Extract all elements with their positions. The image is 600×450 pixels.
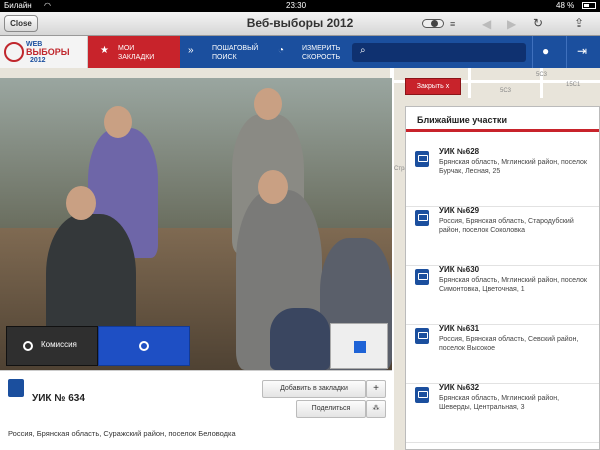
bookmarks-label-line2: ЗАКЛАДКИ [118, 54, 155, 61]
share-icon[interactable]: ⇪ [574, 16, 584, 30]
ballot-box-icon [8, 379, 24, 397]
video-wall [0, 78, 392, 228]
second-camera-button[interactable] [98, 326, 190, 366]
star-icon: ★ [100, 45, 109, 56]
app-header: WEB ВЫБОРЫ 2012 ★ МОИ ЗАКЛАДКИ » ПОШАГОВ… [0, 36, 600, 68]
camera-icon [139, 341, 149, 351]
station-name: УИК №630 [439, 265, 480, 274]
station-address: Брянская область, Мглинский район, посел… [439, 159, 587, 175]
camera-icon [23, 341, 33, 351]
speedometer-icon: ◔ [278, 45, 285, 56]
ballot-box-icon [415, 387, 429, 403]
menu-icon[interactable]: ≡ [450, 20, 455, 29]
refresh-icon[interactable]: ↻ [533, 16, 543, 30]
station-address: Россия, Брянская область, Суражский райо… [8, 429, 236, 438]
station-list-item[interactable]: УИК №632 Брянская область, Мглинский рай… [406, 383, 599, 443]
speed-label-line1: ИЗМЕРИТЬ [302, 45, 341, 52]
video-person-head [66, 186, 96, 220]
logo-text-vybory: ВЫБОРЫ [26, 47, 70, 57]
station-list-item[interactable]: УИК №629 Россия, Брянская область, Старо… [406, 206, 599, 266]
ballot-box-icon [415, 328, 429, 344]
close-video-button[interactable]: Закрыть x [405, 78, 461, 95]
browser-title: Веб-выборы 2012 [246, 16, 354, 30]
clock-label: 23:30 [286, 1, 307, 10]
title-divider [406, 129, 599, 132]
measure-speed-button[interactable]: ◔ ИЗМЕРИТЬ СКОРОСТЬ [270, 36, 346, 68]
toggle-switch[interactable] [422, 19, 444, 28]
station-title: УИК № 634 [32, 393, 85, 404]
header-divider [532, 36, 533, 68]
step-arrows-icon: » [188, 45, 194, 56]
bookmarks-label-line1: МОИ [118, 45, 135, 52]
add-bookmark-button[interactable]: Добавить в закладки [262, 380, 366, 398]
search-input[interactable]: ⌕ [352, 43, 526, 62]
search-icon: ⌕ [360, 45, 366, 56]
ballot-box-icon [415, 269, 429, 285]
step-search-button[interactable]: » ПОШАГОВЫЙ ПОИСК [184, 36, 264, 68]
logo-emblem-icon [4, 42, 24, 62]
station-address: Россия, Брянская область, Стародубский р… [439, 218, 574, 234]
plus-icon[interactable]: + [366, 380, 386, 398]
logo[interactable]: WEB ВЫБОРЫ 2012 [0, 36, 88, 68]
ballot-box-icon [415, 210, 429, 226]
close-button[interactable]: Close [4, 15, 38, 32]
commission-label: Комиссия [41, 340, 77, 349]
logo-text-year: 2012 [30, 57, 46, 64]
nearest-stations-panel: Ближайшие участки УИК №628 Брянская обла… [405, 106, 600, 450]
nearest-stations-title: Ближайшие участки [417, 115, 507, 125]
video-person-head [254, 88, 282, 120]
back-arrow-icon[interactable]: ◀ [482, 17, 491, 31]
battery-icon [582, 2, 596, 9]
step-search-label-line2: ПОИСК [212, 54, 237, 61]
commission-camera-button[interactable]: Комиссия [6, 326, 98, 366]
station-name: УИК №631 [439, 324, 480, 333]
stop-icon [354, 341, 366, 353]
speed-label-line2: СКОРОСТЬ [302, 54, 341, 61]
station-address: Россия, Брянская область, Севский район,… [439, 336, 579, 352]
map-road [468, 68, 471, 98]
battery-label: 48 % [556, 1, 575, 10]
share-network-icon[interactable]: ⁂ [366, 400, 386, 418]
station-name: УИК №629 [439, 206, 480, 215]
browser-toolbar: Close Веб-выборы 2012 ≡ ◀ ▶ ↻ ⇪ [0, 12, 600, 36]
station-list-item[interactable]: УИК №630 Брянская область, Мглинский рай… [406, 265, 599, 325]
ballot-box-icon [415, 151, 429, 167]
station-address: Брянская область, Мглинский район, Шевер… [439, 395, 560, 411]
map-label: 15С1 [566, 82, 581, 88]
carrier-label: Билайн [4, 1, 32, 10]
station-list-item[interactable]: УИК №628 Брянская область, Мглинский рай… [406, 147, 599, 207]
video-person-head [104, 106, 132, 138]
user-icon[interactable]: ● [542, 44, 549, 58]
video-person-head [258, 170, 288, 204]
logout-icon[interactable]: ⇥ [577, 44, 587, 58]
video-person [270, 308, 330, 370]
map-label: 5С3 [500, 88, 512, 94]
station-info-panel: УИК № 634 Добавить в закладки + Поделить… [0, 370, 392, 450]
share-button[interactable]: Поделиться [296, 400, 366, 418]
station-name: УИК №628 [439, 147, 480, 156]
stop-button[interactable] [330, 323, 388, 369]
map-label: 5С3 [536, 72, 548, 78]
header-divider [566, 36, 567, 68]
station-name: УИК №632 [439, 383, 480, 392]
my-bookmarks-button[interactable]: ★ МОИ ЗАКЛАДКИ [88, 36, 180, 68]
forward-arrow-icon[interactable]: ▶ [507, 17, 516, 31]
station-address: Брянская область, Мглинский район, посел… [439, 277, 587, 293]
station-list-item[interactable]: УИК №631 Россия, Брянская область, Севск… [406, 324, 599, 384]
step-search-label-line1: ПОШАГОВЫЙ [212, 45, 259, 52]
wifi-icon: ◠ [44, 1, 51, 10]
status-bar: Билайн ◠ 23:30 48 % [0, 0, 600, 12]
